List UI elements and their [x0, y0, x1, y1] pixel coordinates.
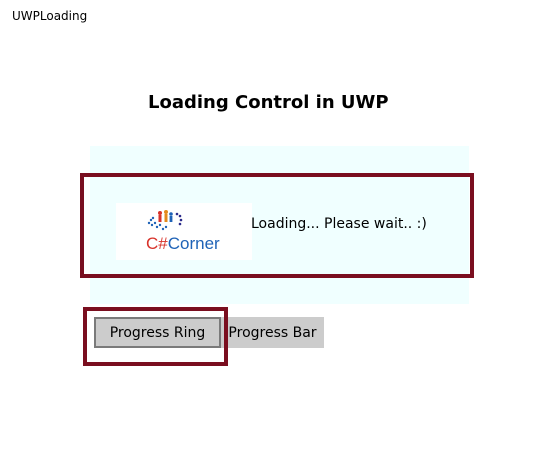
progress-bar-button[interactable]: Progress Bar — [221, 317, 324, 348]
progress-ring-highlight-frame — [83, 307, 228, 366]
page-title: Loading Control in UWP — [148, 92, 389, 113]
loading-highlight-frame — [80, 173, 474, 278]
window-title: UWPLoading — [12, 9, 88, 23]
app-window: UWPLoading Loading Control in UWP C#Corn… — [0, 0, 553, 461]
